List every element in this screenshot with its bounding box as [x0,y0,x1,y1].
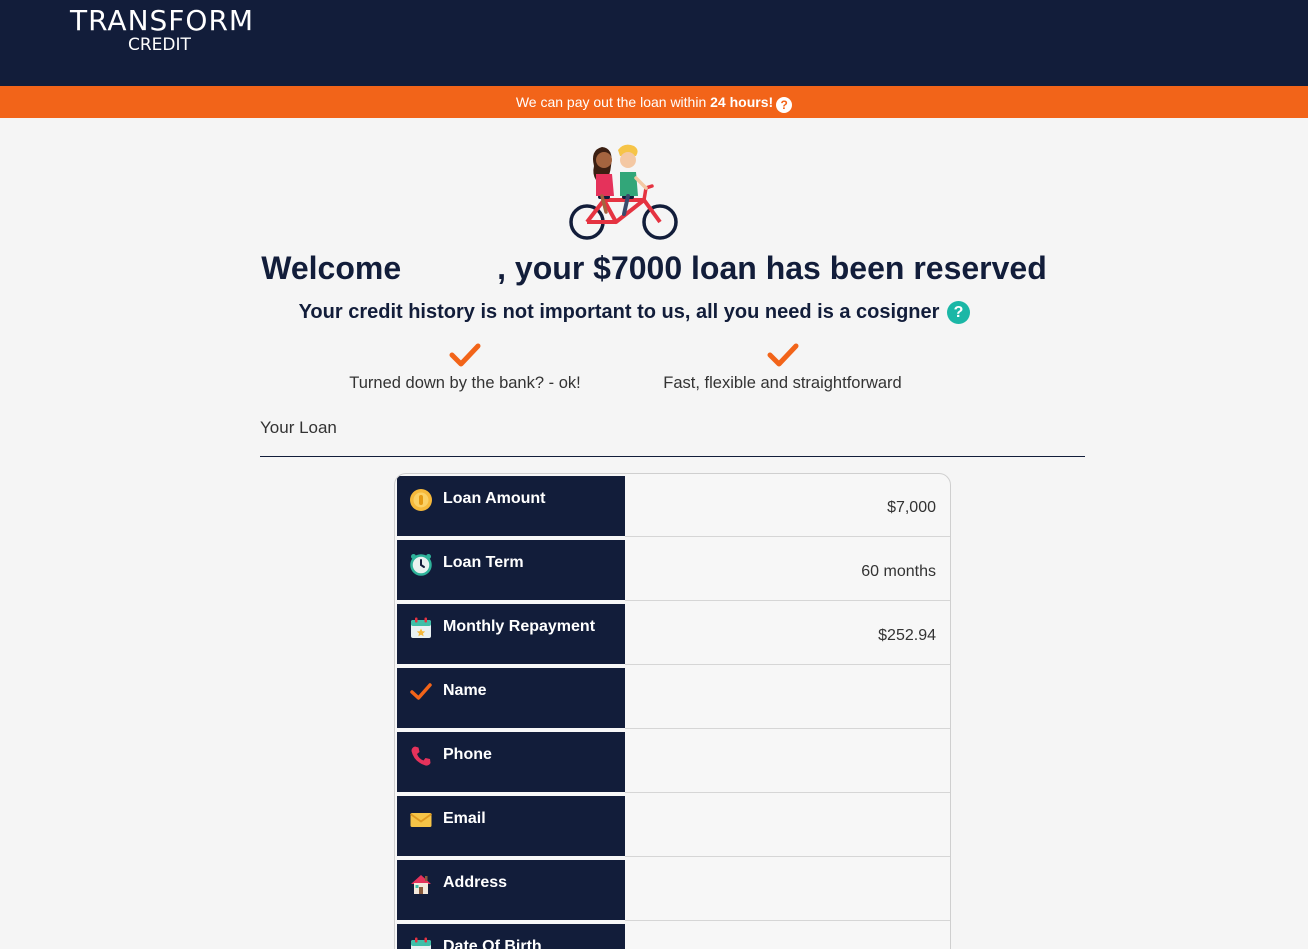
loan-summary-table: Loan Amount $7,000 Loan Term 60 months M… [394,473,951,949]
feature-item: Fast, flexible and straightforward [645,340,920,393]
table-row: Phone [395,730,950,793]
row-label: Monthly Repayment [443,618,596,635]
row-label: Name [443,682,487,699]
row-label: Loan Term [443,554,524,571]
table-row: Monthly Repayment $252.94 [395,602,950,665]
payout-promo-bar: We can pay out the loan within 24 hours!… [0,86,1308,118]
address-value-cell [625,858,950,921]
table-row: Email [395,794,950,857]
row-label: Phone [443,746,492,763]
row-label-cell: Monthly Repayment [397,604,625,664]
promo-text: We can pay out the loan within [515,94,711,110]
logo-sub-text: CREDIT [128,35,191,55]
coin-icon [410,489,432,511]
row-value-cell: 60 months [625,538,950,601]
row-label-cell: Email [397,796,625,856]
feature-text: Fast, flexible and straightforward [663,374,902,392]
section-divider [260,456,1085,457]
site-header: TRANSFORM CREDIT [0,0,1308,86]
alarm-clock-icon [410,554,432,576]
name-value-cell [625,666,950,729]
welcome-headline: Welcome , your $7000 loan has been reserv… [0,248,1308,288]
row-label-cell: Name [397,668,625,728]
email-value-cell [625,794,950,857]
table-row: Loan Amount $7,000 [395,474,950,537]
row-label-cell: Date Of Birth [397,924,625,949]
row-label: Address [443,874,508,891]
monthly-repayment-value: $252.94 [878,627,936,644]
check-icon [767,343,798,367]
check-icon [410,683,432,700]
calendar-icon [411,617,431,638]
calendar-icon [411,937,431,949]
house-icon [411,875,431,894]
table-row: Date Of Birth [395,922,950,949]
tandem-bicycle-illustration [569,144,678,240]
transform-credit-logo[interactable]: TRANSFORM CREDIT [70,5,270,61]
check-icon [449,343,481,367]
your-loan-heading: Your Loan [260,418,337,437]
loan-amount-value: $7,000 [887,499,936,516]
loan-term-value: 60 months [861,563,936,580]
row-label-cell: Loan Term [397,540,625,600]
promo-bold-text: 24 hours! [710,94,774,110]
row-label: Loan Amount [443,490,546,507]
table-row: Address [395,858,950,921]
table-row: Loan Term 60 months [395,538,950,601]
row-label-cell: Loan Amount [397,476,625,536]
feature-text: Turned down by the bank? - ok! [349,374,581,392]
date-of-birth-value-cell [625,922,950,949]
row-label: Email [443,810,486,827]
phone-icon [411,746,431,766]
welcome-loan-reserved: , your $7000 loan has been reserved [497,250,1047,286]
cosigner-help-icon[interactable]: ? [947,301,970,324]
row-label-cell: Address [397,860,625,920]
row-label-cell: Phone [397,732,625,792]
row-value-cell: $252.94 [625,602,950,665]
phone-value-cell [625,730,950,793]
table-row: Name [395,666,950,729]
welcome-greeting: Welcome [261,250,402,286]
row-label: Date Of Birth [443,938,542,949]
logo-main-text: TRANSFORM [70,4,255,37]
help-icon[interactable]: ? [776,97,793,113]
row-value-cell: $7,000 [625,474,950,537]
feature-item: Turned down by the bank? - ok! [330,340,600,393]
cosigner-subtitle: Your credit history is not important to … [298,301,940,323]
envelope-icon [409,813,433,827]
